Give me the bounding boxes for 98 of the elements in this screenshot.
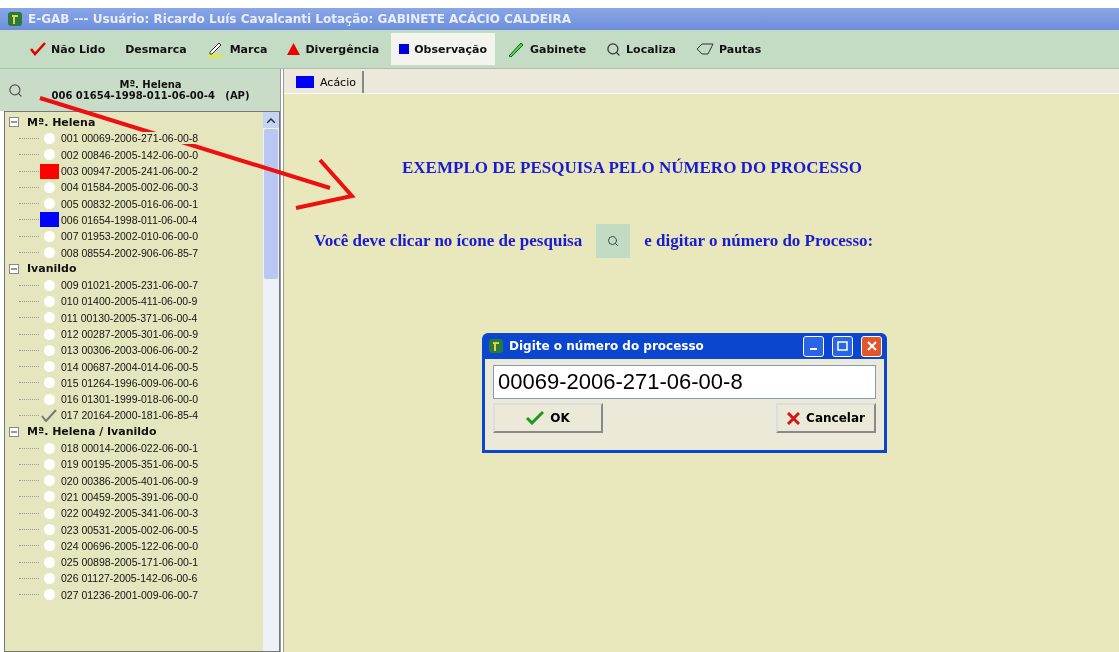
toolbar-button[interactable]: Não Lido: [22, 33, 114, 65]
circle-icon: [43, 572, 55, 584]
tree-item[interactable]: 015 01264-1996-009-06-00-6: [61, 376, 199, 389]
tree-item[interactable]: 009 01021-2005-231-06-00-7: [61, 279, 199, 292]
tree-item[interactable]: 025 00898-2005-171-06-00-1: [61, 556, 199, 569]
close-icon: [787, 411, 801, 425]
circle-icon: [43, 361, 55, 373]
tree-group[interactable]: Mª. Helena: [27, 115, 96, 129]
toolbar-button[interactable]: Gabinete: [499, 33, 595, 65]
circle-icon: [43, 377, 55, 389]
circle-icon: [43, 458, 55, 470]
tree-item[interactable]: 002 00846-2005-142-06-00-0: [61, 148, 199, 161]
tree-item[interactable]: 019 00195-2005-351-06-00-5: [61, 458, 199, 471]
circle-icon: [43, 230, 55, 242]
tree-item[interactable]: 026 01127-2005-142-06-00-6: [61, 572, 198, 585]
tree-item[interactable]: 012 00287-2005-301-06-00-9: [61, 328, 199, 340]
search-icon: [606, 41, 622, 57]
heading: EXEMPLO DE PESQUISA PELO NÚMERO DO PROCESSO: [402, 158, 863, 178]
circle-icon: [43, 589, 55, 601]
close-icon: [866, 341, 877, 351]
tag-icon: [696, 43, 714, 55]
tab[interactable]: Acácio: [294, 71, 364, 93]
circle-icon: [43, 181, 55, 193]
tree-item[interactable]: 024 00696-2005-122-06-00-0: [61, 539, 199, 552]
tree-item[interactable]: 023 00531-2005-002-06-00-5: [61, 523, 199, 536]
tree-item[interactable]: 003 00947-2005-241-06-00-2: [61, 165, 199, 178]
dialog-title: Digite o número do processo: [509, 339, 705, 353]
circle-icon: [43, 279, 55, 291]
circle-icon: [43, 312, 55, 324]
tree-item[interactable]: 005 00832-2005-016-06-00-1: [61, 197, 199, 210]
window-title: E-GAB --- Usuário: Ricardo Luís Cavalcanti Lotação: GABINETE ACÁCIO CALDEIRA: [28, 12, 571, 26]
circle-icon: [43, 475, 55, 487]
circle-icon: [43, 507, 55, 519]
circle-icon: [43, 540, 55, 552]
tree-group[interactable]: Mª. Helena / Ivanildo: [27, 425, 157, 439]
tree-item[interactable]: 008 08554-2002-906-06-85-7: [61, 246, 199, 259]
maximize-icon: [837, 341, 848, 351]
tree-item[interactable]: 004 01584-2005-002-06-00-3: [61, 181, 199, 194]
tree-item[interactable]: 027 01236-2001-009-06-00-7: [61, 588, 199, 601]
app-logo-icon: [489, 339, 503, 353]
circle-icon: [43, 149, 55, 161]
circle-icon: [43, 198, 55, 210]
scrollbar[interactable]: [263, 112, 279, 651]
circle-icon: [43, 344, 55, 356]
pen-icon: [206, 41, 225, 57]
collapse-toggle[interactable]: [9, 426, 19, 437]
pencil-icon: [507, 41, 525, 57]
circle-icon: [43, 247, 55, 258]
toolbar-button[interactable]: Desmarca: [117, 33, 195, 65]
tree-item[interactable]: 020 00386-2005-401-06-00-9: [61, 474, 199, 487]
circle-icon: [43, 524, 55, 536]
tree-item[interactable]: 010 01400-2005-411-06-00-9: [61, 295, 198, 308]
process-number-field[interactable]: 00069-2006-271-06-00-8: [493, 365, 876, 399]
tree-item[interactable]: 007 01953-2002-010-06-00-0: [61, 230, 199, 243]
check-icon: [41, 409, 57, 422]
square-icon: [399, 44, 410, 54]
tree-item[interactable]: 014 00687-2004-014-06-00-5: [61, 360, 199, 373]
circle-icon: [43, 328, 55, 340]
close-button[interactable]: [861, 335, 882, 357]
tree-group[interactable]: Ivanildo: [27, 262, 77, 276]
process-number: 006 01654-1998-011-06-00-4 (AP): [51, 90, 250, 101]
tree-item[interactable]: 001 00069-2006-271-06-00-8: [61, 132, 199, 145]
tree-item[interactable]: 022 00492-2005-341-06-00-3: [61, 507, 199, 520]
tree-item[interactable]: 017 20164-2000-181-06-85-4: [61, 409, 199, 422]
circle-icon: [43, 132, 55, 144]
minimize-button[interactable]: [803, 335, 824, 357]
circle-icon: [43, 295, 55, 307]
toolbar-button[interactable]: Pautas: [688, 33, 770, 65]
triangle-icon: [287, 43, 301, 55]
toolbar-button[interactable]: Marca: [198, 33, 276, 65]
ok-button[interactable]: OK: [493, 403, 603, 433]
panel-name: Mª. Helena: [119, 79, 182, 90]
check-icon: [526, 411, 545, 425]
instruction-text: e digitar o número do Processo:: [644, 231, 874, 251]
maximize-button[interactable]: [832, 335, 853, 357]
toolbar-button[interactable]: Localiza: [598, 33, 684, 65]
scrollbar-thumb[interactable]: [264, 129, 278, 279]
toolbar-button[interactable]: Divergência: [279, 33, 388, 65]
collapse-toggle[interactable]: [9, 117, 19, 128]
tree-item[interactable]: 011 00130-2005-371-06-00-4: [61, 311, 198, 324]
tree-item[interactable]: 018 00014-2006-022-06-00-1: [61, 442, 199, 455]
circle-icon: [43, 442, 55, 454]
tree-item[interactable]: 021 00459-2005-391-06-00-0: [61, 490, 199, 503]
cancel-button[interactable]: Cancelar: [776, 403, 876, 433]
toolbar-button[interactable]: Observação: [391, 33, 495, 65]
app-logo-icon: [8, 12, 22, 26]
collapse-toggle[interactable]: [9, 263, 19, 274]
minus-icon: [11, 119, 17, 126]
tree-item[interactable]: 006 01654-1998-011-06-00-4: [61, 213, 198, 226]
circle-icon: [43, 556, 55, 568]
circle-icon: [43, 393, 55, 405]
search-icon: [607, 235, 620, 247]
tree-item[interactable]: 013 00306-2003-006-06-00-2: [61, 344, 199, 357]
check-icon: [30, 42, 46, 56]
circle-icon: [43, 491, 55, 503]
tree-item[interactable]: 016 01301-1999-018-06-00-0: [61, 393, 199, 406]
instruction-text: Você deve clicar no ícone de pesquisa: [314, 231, 583, 251]
search-icon[interactable]: [8, 82, 23, 98]
